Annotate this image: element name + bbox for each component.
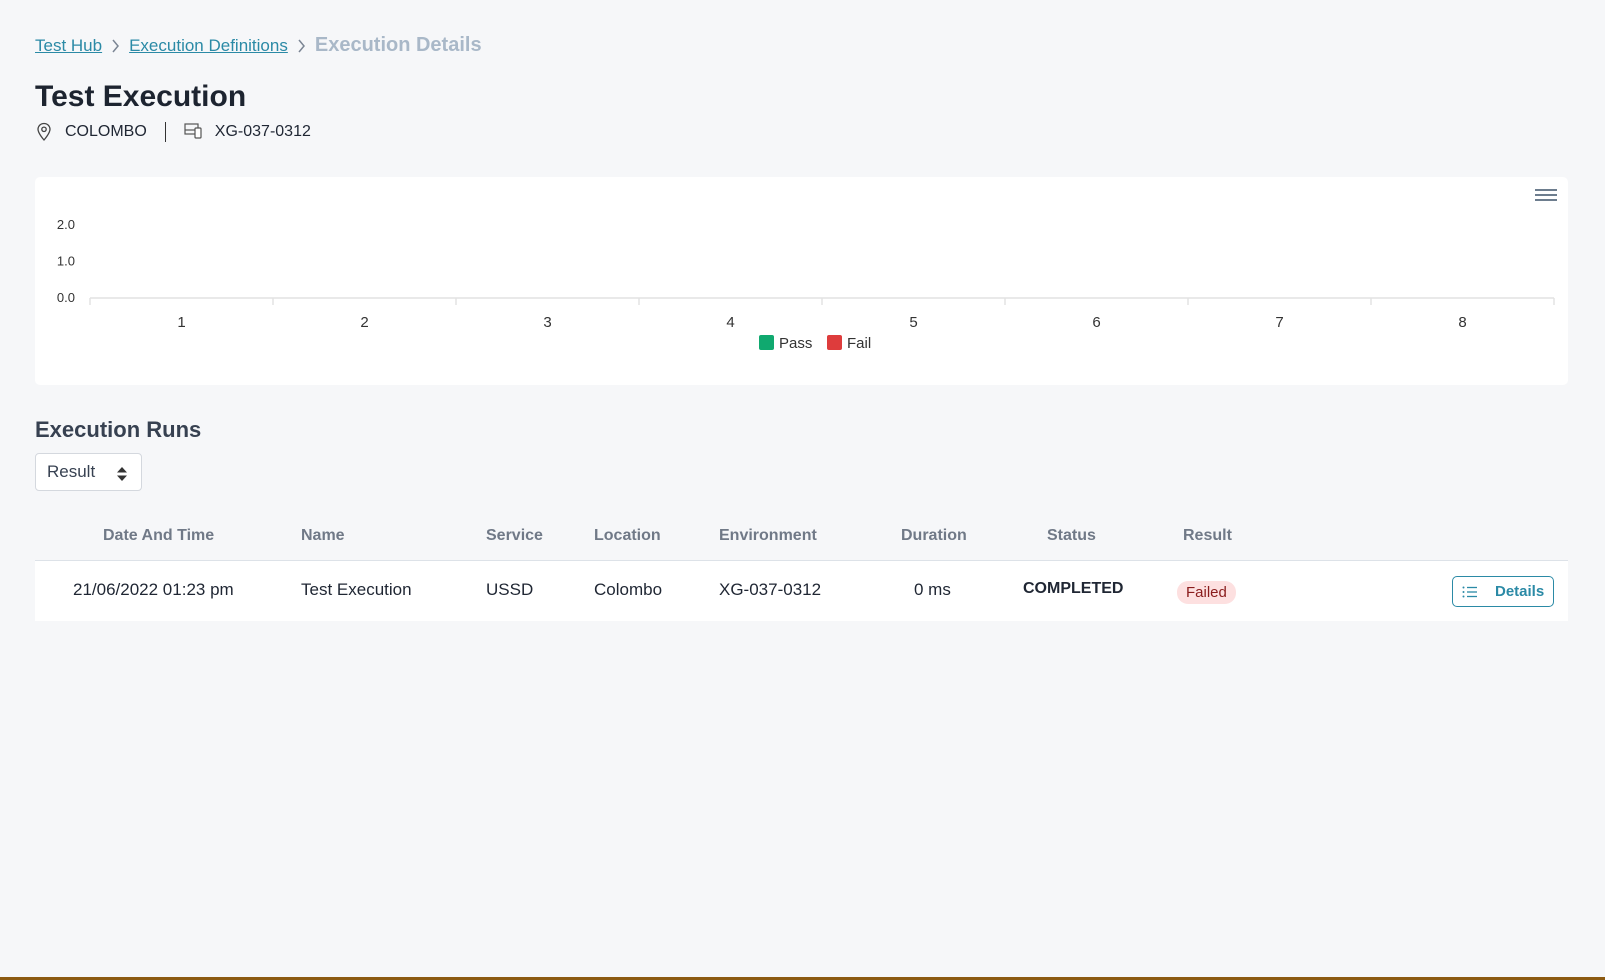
breadcrumb: Test Hub Execution Definitions Execution… [35,34,482,57]
result-badge: Failed [1177,581,1236,604]
x-tick-label: 5 [909,314,917,331]
page-title: Test Execution [35,80,247,113]
breadcrumb-test-hub-link[interactable]: Test Hub [35,36,102,56]
x-tick-label: 2 [360,314,368,331]
legend-label-pass: Pass [779,335,812,352]
execution-runs-table: Date And Time Name Service Location Envi… [35,515,1568,621]
legend-label-fail: Fail [847,335,871,352]
column-header-date-time[interactable]: Date And Time [103,527,214,545]
location-label: COLOMBO [65,123,147,140]
chevron-right-icon [297,39,306,53]
result-filter-value: Result [47,462,96,481]
result-filter-select[interactable]: Result [35,453,142,491]
y-tick-label: 0.0 [57,290,75,305]
y-tick-label: 1.0 [57,254,75,269]
hamburger-menu-icon[interactable] [1535,186,1557,204]
results-chart: 0.0 1.0 2.0 1 2 3 4 5 6 7 8 Pass Fail [57,217,1555,352]
x-tick-label: 1 [177,314,185,331]
column-header-duration[interactable]: Duration [901,527,967,545]
device-label: XG-037-0312 [214,123,311,140]
devices-icon [184,122,204,142]
x-tick-label: 8 [1458,314,1466,331]
breadcrumb-execution-definitions-link[interactable]: Execution Definitions [129,36,288,56]
execution-meta: COLOMBO XG-037-0312 [36,122,311,142]
column-header-result[interactable]: Result [1183,527,1232,545]
details-button[interactable]: Details [1452,576,1554,607]
x-tick-label: 7 [1275,314,1283,331]
cell-environment: XG-037-0312 [719,580,822,599]
cell-date-time: 21/06/2022 01:23 pm [73,580,234,599]
meta-divider [164,122,166,142]
table-header: Date And Time Name Service Location Envi… [35,515,1568,561]
results-chart-card: 0.0 1.0 2.0 1 2 3 4 5 6 7 8 Pass Fail [35,177,1568,385]
column-header-name[interactable]: Name [301,527,345,545]
sort-arrows-icon [117,466,127,486]
table-row: 21/06/2022 01:23 pm Test Execution USSD … [35,561,1568,621]
chevron-right-icon [111,39,120,53]
column-header-status[interactable]: Status [1047,527,1096,545]
legend-swatch-pass [759,335,774,350]
cell-location: Colombo [594,580,663,599]
legend-swatch-fail [827,335,842,350]
column-header-service[interactable]: Service [486,527,543,545]
y-tick-label: 2.0 [57,217,75,232]
breadcrumb-current: Execution Details [314,34,482,56]
x-tick-label: 4 [726,314,734,331]
cell-name: Test Execution [301,580,412,599]
column-header-environment[interactable]: Environment [719,527,817,545]
x-tick-label: 6 [1092,314,1100,331]
column-header-location[interactable]: Location [594,527,661,545]
map-pin-icon [36,122,54,142]
cell-duration: 0 ms [914,580,951,599]
cell-service: USSD [486,580,534,599]
list-icon [1462,586,1477,597]
x-tick-label: 3 [543,314,551,331]
execution-runs-title: Execution Runs [35,417,202,442]
details-label: Details [1495,583,1545,600]
cell-status: COMPLETED [1023,580,1124,597]
